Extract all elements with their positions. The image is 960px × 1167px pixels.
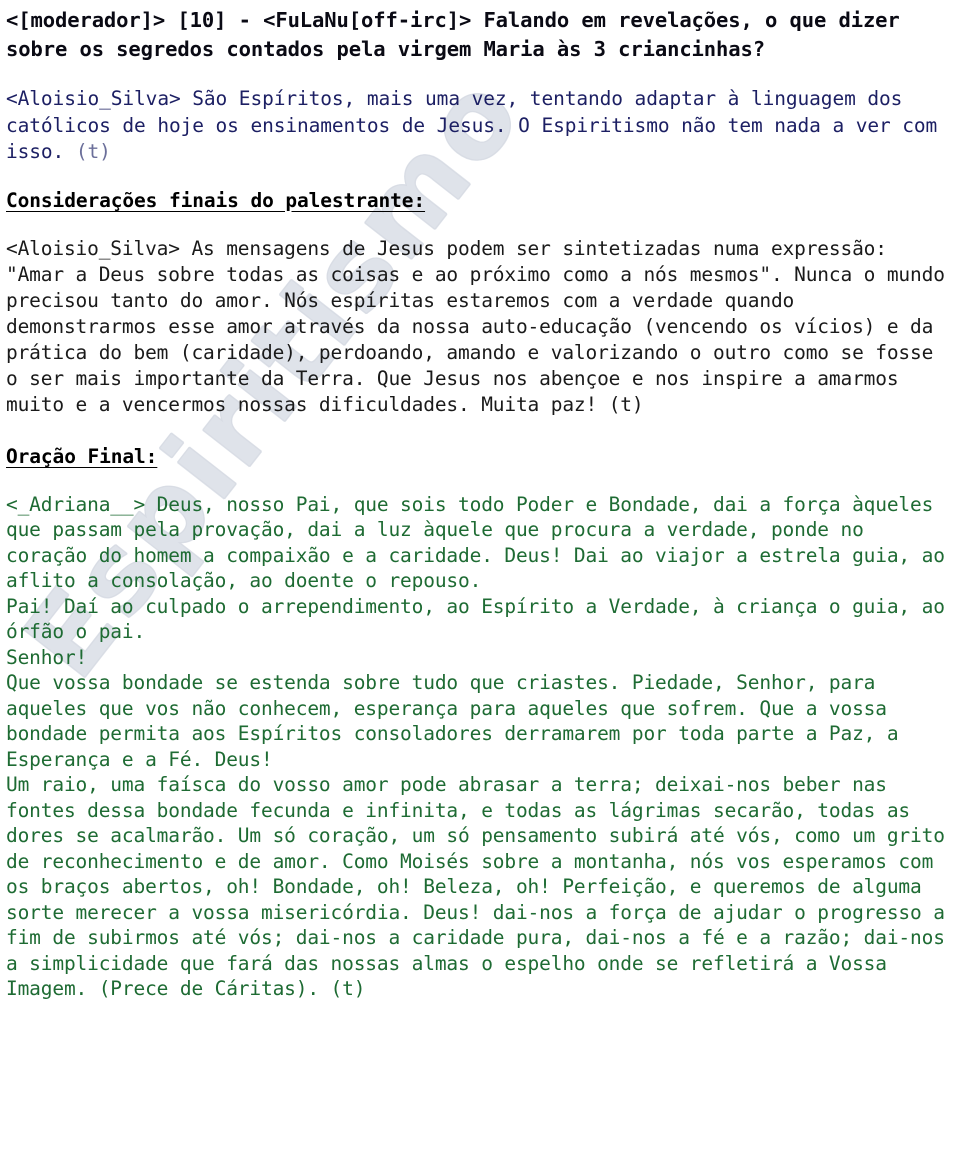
moderator-answer-paragraph: <Aloisio_Silva> São Espíritos, mais uma … [6, 86, 956, 166]
document-page: Espiritismo <[moderador]> [10] - <FuLaNu… [0, 0, 960, 1167]
final-considerations-transcript-marker: (t) [608, 392, 644, 416]
final-considerations-heading: Considerações finais do palestrante: [6, 188, 426, 212]
final-prayer-transcript-marker: (t) [330, 977, 366, 1000]
document-content: <[moderador]> [10] - <FuLaNu[off-irc]> F… [6, 6, 956, 1002]
final-considerations-heading-row: Considerações finais do palestrante: [6, 188, 956, 214]
final-considerations-paragraph: <Aloisio_Silva> As mensagens de Jesus po… [6, 236, 956, 418]
final-considerations-text: <Aloisio_Silva> As mensagens de Jesus po… [6, 236, 957, 416]
answer-transcript-marker: (t) [75, 140, 111, 163]
final-prayer-paragraph: <_Adriana__> Deus, nosso Pai, que sois t… [6, 492, 956, 1002]
question-heading: <[moderador]> [10] - <FuLaNu[off-irc]> F… [6, 8, 912, 61]
final-prayer-heading-row: Oração Final: [6, 444, 956, 470]
final-prayer-text: <_Adriana__> Deus, nosso Pai, que sois t… [6, 492, 945, 1001]
answer-body-text: <Aloisio_Silva> São Espíritos, mais uma … [6, 87, 949, 163]
final-prayer-heading: Oração Final: [6, 444, 158, 468]
